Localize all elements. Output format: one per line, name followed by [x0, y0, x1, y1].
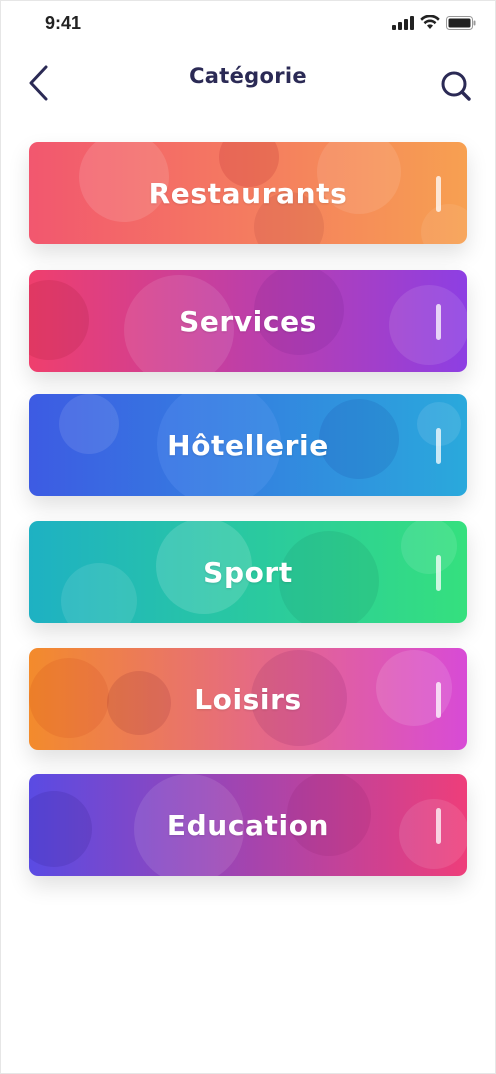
- category-card-restaurants[interactable]: Restaurants: [29, 142, 467, 244]
- category-label: Education: [166, 808, 330, 842]
- drag-handle[interactable]: [436, 808, 441, 844]
- drag-handle[interactable]: [436, 428, 441, 464]
- wifi-icon: [420, 15, 440, 29]
- page-title: Catégorie: [189, 64, 307, 88]
- status-icons: [392, 15, 476, 30]
- status-time: 9:41: [45, 13, 82, 33]
- category-card-hotellerie[interactable]: Hôtellerie: [29, 394, 467, 496]
- category-card-services[interactable]: Services: [29, 270, 467, 372]
- battery-icon: [446, 15, 476, 30]
- drag-handle[interactable]: [436, 304, 441, 340]
- cellular-signal-icon: [392, 15, 414, 30]
- category-card-education[interactable]: Education: [29, 774, 467, 876]
- category-label: Restaurants: [148, 176, 348, 210]
- category-label: Loisirs: [194, 682, 302, 716]
- drag-handle[interactable]: [436, 682, 441, 718]
- drag-handle[interactable]: [436, 555, 441, 591]
- search-icon: [441, 71, 471, 101]
- category-label: Sport: [203, 555, 293, 589]
- category-label: Hôtellerie: [167, 428, 329, 462]
- status-bar: 9:41: [0, 0, 496, 50]
- drag-handle[interactable]: [436, 176, 441, 212]
- category-card-sport[interactable]: Sport: [29, 521, 467, 623]
- category-card-loisirs[interactable]: Loisirs: [29, 648, 467, 750]
- search-button[interactable]: [440, 70, 472, 102]
- category-label: Services: [179, 304, 317, 338]
- top-bar: Catégorie: [0, 50, 496, 115]
